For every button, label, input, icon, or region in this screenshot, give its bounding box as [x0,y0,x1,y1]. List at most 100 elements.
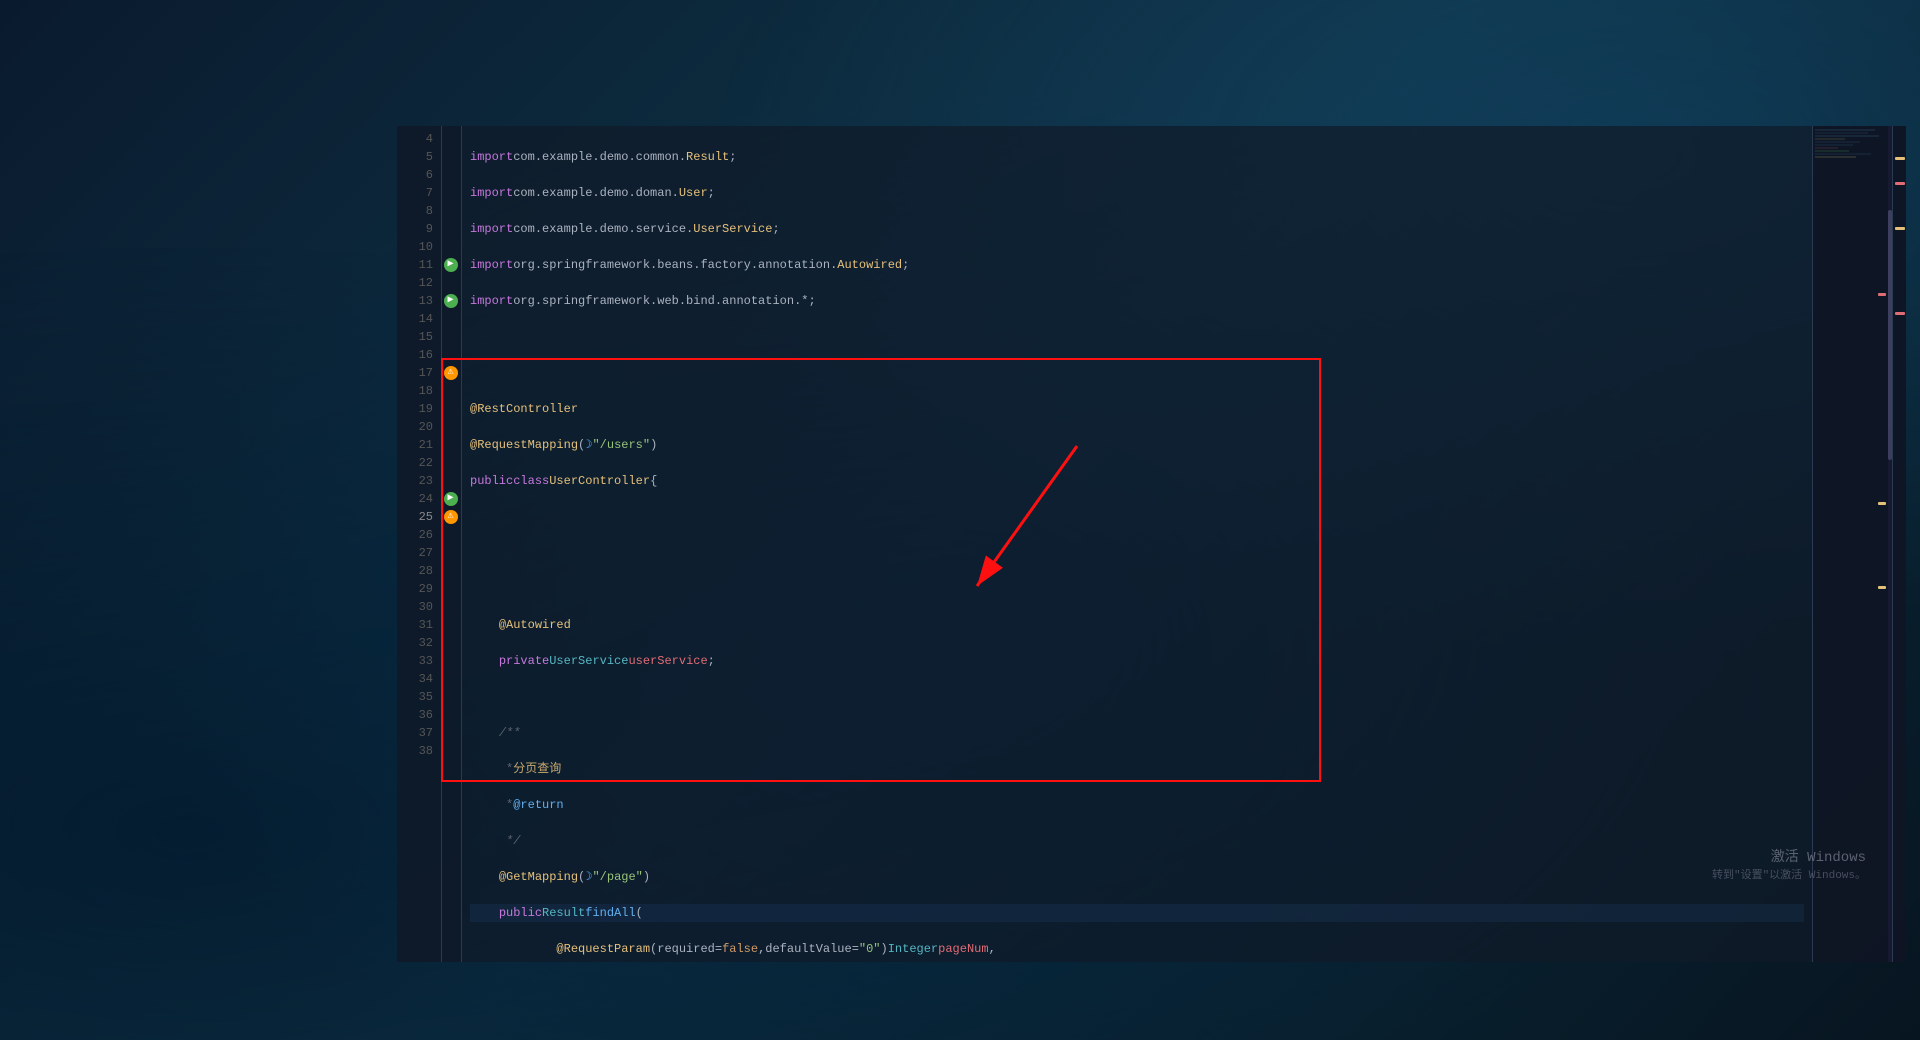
gutter-20 [444,418,459,436]
line-7: 7 [397,184,433,202]
line-5: 5 [397,148,433,166]
gutter-19 [444,400,459,418]
run-gutter-icon-13[interactable]: ▶ [444,294,458,308]
code-line-15 [470,544,1804,562]
code-line-22: * @return [470,796,1804,814]
line-9: 9 [397,220,433,238]
error-indicator-1 [1895,182,1905,185]
line-21: 21 [397,436,433,454]
gutter-14 [444,310,459,328]
errors-gutter [1892,126,1906,962]
line-23: 23 [397,472,433,490]
line-19: 19 [397,400,433,418]
gutter-16 [444,346,459,364]
gutter-13: ▶ [444,292,459,310]
gutter-5 [444,148,459,166]
code-area[interactable]: import com.example.demo.common.Result; i… [462,126,1812,962]
run-gutter-icon[interactable]: ▶ [444,258,458,272]
line-4: 4 [397,130,433,148]
warn-marker-2 [1878,586,1886,589]
code-line-18: private UserService userService; [470,652,1804,670]
line-10: 10 [397,238,433,256]
gutter-7 [444,184,459,202]
code-line-25: public Result findAll( [470,904,1804,922]
code-line-4: import com.example.demo.common.Result; [470,148,1804,166]
line-16: 16 [397,346,433,364]
line-6: 6 [397,166,433,184]
line-38: 38 [397,742,433,760]
gutter-21 [444,436,459,454]
code-line-9 [470,328,1804,346]
warn-gutter-icon[interactable]: ⚠ [444,366,458,380]
ide-container: 💡 IntelliJ IDEA demo [D:\C盘\近日代办\CSDN学习计… [0,0,1920,1040]
line-22: 22 [397,454,433,472]
gutter-6 [444,166,459,184]
line-30: 30 [397,598,433,616]
line-24: 24 [397,490,433,508]
gutter-37 [444,724,459,742]
gutter-25: ⚠ [444,508,459,526]
gutter-30 [444,598,459,616]
gutter-38 [444,742,459,760]
gutter-27 [444,544,459,562]
line-36: 36 [397,706,433,724]
gutter-area: ▶ ▶ ⚠ [442,126,462,962]
gutter-22 [444,454,459,472]
code-line-12: @RequestMapping(☽"/users") [470,436,1804,454]
warn-indicator-1 [1895,157,1905,160]
code-editor-area: 4 5 6 7 8 9 10 11 12 13 14 15 16 17 18 1… [397,126,1906,962]
line-numbers: 4 5 6 7 8 9 10 11 12 13 14 15 16 17 18 1… [397,126,442,962]
gutter-15 [444,328,459,346]
line-31: 31 [397,616,433,634]
code-line-7: import org.springframework.beans.factory… [470,256,1804,274]
gutter-26 [444,526,459,544]
line-35: 35 [397,688,433,706]
gutter-9 [444,220,459,238]
gutter-18 [444,382,459,400]
line-32: 32 [397,634,433,652]
minimap-thumb [1888,210,1892,461]
line-12: 12 [397,274,433,292]
gutter-10 [444,238,459,256]
line-29: 29 [397,580,433,598]
line-34: 34 [397,670,433,688]
gutter-8 [444,202,459,220]
code-line-6: import com.example.demo.service.UserServ… [470,220,1804,238]
code-line-19 [470,688,1804,706]
line-37: 37 [397,724,433,742]
line-28: 28 [397,562,433,580]
gutter-35 [444,688,459,706]
gutter-34 [444,670,459,688]
minimap-scrollbar [1888,126,1892,962]
code-line-21: * 分页查询 [470,760,1804,778]
code-line-13: public class UserController { [470,472,1804,490]
warn-gutter-icon-25[interactable]: ⚠ [444,510,458,524]
line-18: 18 [397,382,433,400]
error-marker-1 [1878,293,1886,296]
gutter-17: ⚠ [444,364,459,382]
code-editor[interactable]: 4 5 6 7 8 9 10 11 12 13 14 15 16 17 18 1… [397,126,1906,962]
line-14: 14 [397,310,433,328]
line-33: 33 [397,652,433,670]
warn-marker-1 [1878,502,1886,505]
gutter-29 [444,580,459,598]
line-27: 27 [397,544,433,562]
gutter-28 [444,562,459,580]
line-17: 17 [397,364,433,382]
line-26: 26 [397,526,433,544]
gutter-12 [444,274,459,292]
code-line-14 [470,508,1804,526]
gutter-33 [444,652,459,670]
run-gutter-icon-24[interactable]: ▶ [444,492,458,506]
gutter-31 [444,616,459,634]
gutter-36 [444,706,459,724]
code-line-26: @RequestParam(required = false,defaultVa… [470,940,1804,958]
line-8: 8 [397,202,433,220]
line-13: 13 [397,292,433,310]
code-line-8: import org.springframework.web.bind.anno… [470,292,1804,310]
code-line-20: /** [470,724,1804,742]
code-line-17: @Autowired [470,616,1804,634]
line-25: 25 [397,508,433,526]
gutter-32 [444,634,459,652]
code-line-10 [470,364,1804,382]
